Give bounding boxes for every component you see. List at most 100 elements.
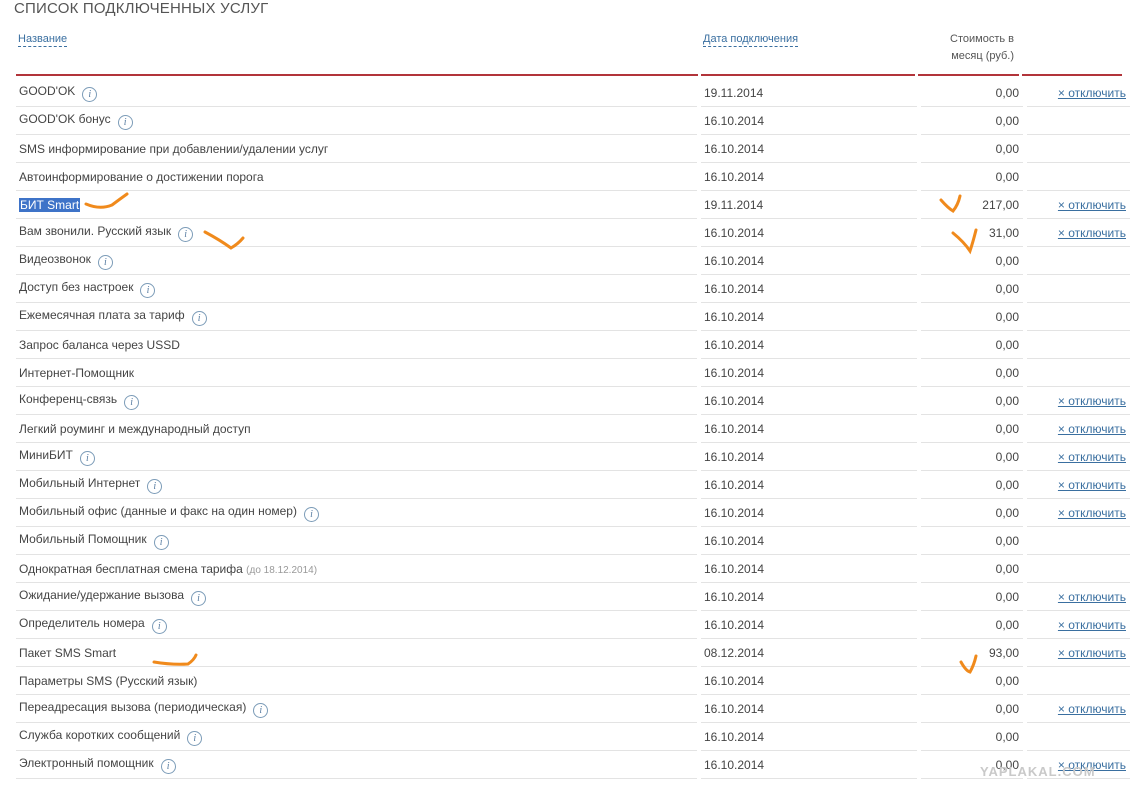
table-row: Видеозвонок i 16.10.2014 0,00 (16, 247, 1130, 275)
service-name-cell: GOOD'OK бонус i (16, 107, 697, 135)
column-header-date[interactable]: Дата подключения (703, 33, 799, 47)
service-name-cell: Мобильный Интернет i (16, 471, 697, 499)
header-divider-name (16, 74, 698, 76)
service-action-cell: × отключить (1027, 499, 1130, 527)
service-cost: 0,00 (921, 695, 1023, 723)
service-cost: 0,00 (921, 499, 1023, 527)
service-name-cell: Мобильный Помощник i (16, 527, 697, 555)
service-name: GOOD'OK (19, 83, 76, 98)
service-note: (до 18.12.2014) (246, 564, 318, 576)
service-action-cell (1027, 275, 1130, 303)
service-name: Однократная бесплатная смена тарифа (19, 561, 243, 576)
info-icon[interactable]: i (147, 478, 163, 494)
info-icon[interactable]: i (140, 282, 156, 298)
watermark: YAPLAKAL.COM (980, 764, 1096, 779)
disable-service-link[interactable]: × отключить (1058, 226, 1126, 240)
info-icon[interactable]: i (151, 618, 167, 634)
service-name-cell: Пакет SMS Smart (16, 639, 697, 667)
service-date: 16.10.2014 (701, 611, 917, 639)
service-cost: 0,00 (921, 583, 1023, 611)
table-row: GOOD'OK бонус i 16.10.2014 0,00 (16, 107, 1130, 135)
info-icon[interactable]: i (97, 254, 113, 270)
service-name-cell: Электронный помощник i (16, 751, 697, 779)
service-action-cell: × отключить (1027, 583, 1130, 611)
service-date: 16.10.2014 (701, 667, 917, 695)
service-name: Ожидание/удержание вызова (19, 587, 185, 602)
service-cost: 0,00 (921, 471, 1023, 499)
service-name: Ежемесячная плата за тариф (19, 307, 185, 322)
service-date: 16.10.2014 (701, 247, 917, 275)
disable-service-link[interactable]: × отключить (1058, 394, 1126, 408)
info-icon[interactable]: i (191, 590, 207, 606)
disable-service-link[interactable]: × отключить (1058, 590, 1126, 604)
info-icon[interactable]: i (160, 758, 176, 774)
service-action-cell: × отключить (1027, 219, 1130, 247)
disable-service-link[interactable]: × отключить (1058, 506, 1126, 520)
service-cost: 0,00 (921, 723, 1023, 751)
service-date: 16.10.2014 (701, 415, 917, 443)
service-action-cell: × отключить (1027, 415, 1130, 443)
disable-service-link[interactable]: × отключить (1058, 422, 1126, 436)
column-header-name[interactable]: Название (18, 33, 68, 47)
service-date: 16.10.2014 (701, 443, 917, 471)
service-name: МиниБИТ (19, 447, 73, 462)
service-name-cell: Ежемесячная плата за тариф i (16, 303, 697, 331)
info-icon[interactable]: i (253, 702, 269, 718)
service-action-cell (1027, 359, 1130, 387)
service-name-cell: Автоинформирование о достижении порога (16, 163, 697, 191)
info-icon[interactable]: i (191, 310, 207, 326)
service-date: 16.10.2014 (701, 107, 917, 135)
table-row: Ежемесячная плата за тариф i 16.10.2014 0,0… (16, 303, 1130, 331)
table-row: Запрос баланса через USSD 16.10.2014 0,00 (16, 331, 1130, 359)
table-row: Параметры SMS (Русский язык) 16.10.2014 0,… (16, 667, 1130, 695)
sort-by-date-link[interactable]: Дата подключения (703, 33, 799, 47)
service-action-cell: × отключить (1027, 695, 1130, 723)
service-cost: 0,00 (921, 415, 1023, 443)
service-cost: 0,00 (921, 359, 1023, 387)
service-name: SMS информирование при добавлении/удален… (19, 141, 329, 156)
disable-service-link[interactable]: × отключить (1058, 646, 1126, 660)
service-cost: 0,00 (921, 135, 1023, 163)
disable-service-link[interactable]: × отключить (1058, 618, 1126, 632)
disable-service-link[interactable]: × отключить (1058, 478, 1126, 492)
service-name-cell: Запрос баланса через USSD (16, 331, 697, 359)
service-action-cell (1027, 303, 1130, 331)
service-name-cell: Определитель номера i (16, 611, 697, 639)
info-icon[interactable]: i (79, 450, 95, 466)
service-name: Параметры SMS (Русский язык) (19, 673, 198, 688)
cost-header-line2: месяц (руб.) (951, 50, 1014, 62)
table-row: Однократная бесплатная смена тарифа (до … (16, 555, 1130, 583)
service-cost: 0,00 (921, 247, 1023, 275)
service-name-cell: Интернет-Помощник (16, 359, 697, 387)
disable-service-link[interactable]: × отключить (1058, 86, 1126, 100)
table-row: Конференц-связь i 16.10.2014 0,00 × отключит… (16, 387, 1130, 415)
disable-service-link[interactable]: × отключить (1058, 702, 1126, 716)
service-action-cell: × отключить (1027, 387, 1130, 415)
disable-service-link[interactable]: × отключить (1058, 450, 1126, 464)
info-icon[interactable]: i (117, 114, 133, 130)
info-icon[interactable]: i (82, 86, 98, 102)
service-cost: 0,00 (921, 163, 1023, 191)
info-icon[interactable]: i (187, 730, 203, 746)
info-icon[interactable]: i (178, 226, 194, 242)
info-icon[interactable]: i (153, 534, 169, 550)
service-name-cell: Параметры SMS (Русский язык) (16, 667, 697, 695)
header-divider-date (701, 74, 915, 76)
disable-service-link[interactable]: × отключить (1058, 198, 1126, 212)
service-name-cell: Переадресация вызова (периодическая) i (16, 695, 697, 723)
service-cost: 0,00 (921, 107, 1023, 135)
info-icon[interactable]: i (303, 506, 319, 522)
service-cost: 0,00 (921, 303, 1023, 331)
service-name-cell: БИТ Smart (16, 191, 697, 219)
service-date: 16.10.2014 (701, 471, 917, 499)
service-name-cell: Мобильный офис (данные и факс на один но… (16, 499, 697, 527)
page-title: СПИСОК ПОДКЛЮЧЕННЫХ УСЛУГ (14, 0, 269, 17)
table-row: Служба коротких сообщений i 16.10.2014 0,00 (16, 723, 1130, 751)
service-name-cell: Вам звонили. Русский язык i (16, 219, 697, 247)
service-name-cell: Служба коротких сообщений i (16, 723, 697, 751)
service-name: Легкий роуминг и международный доступ (19, 421, 251, 436)
service-action-cell: × отключить (1027, 191, 1130, 219)
info-icon[interactable]: i (124, 394, 140, 410)
service-name-cell: Конференц-связь i (16, 387, 697, 415)
sort-by-name-link[interactable]: Название (18, 33, 68, 47)
